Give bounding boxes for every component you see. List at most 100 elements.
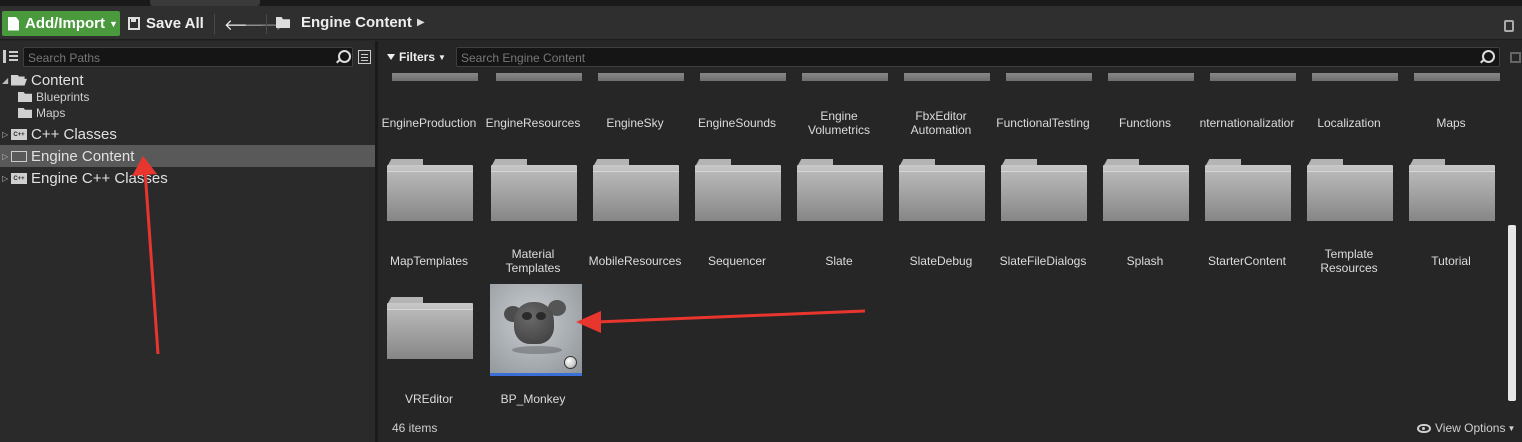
folder-tile[interactable]: Localization	[1301, 41, 1397, 141]
toolbar-divider	[214, 14, 215, 34]
folder-tile[interactable]: EngineSounds	[689, 41, 785, 141]
folder-icon	[1409, 159, 1495, 221]
asset-label: SlateFileDialogs	[999, 254, 1087, 268]
tree-item-label: Content	[31, 71, 84, 89]
asset-label: nternationalizatior	[1199, 116, 1295, 130]
folder-icon	[797, 159, 883, 221]
folder-icon	[387, 159, 473, 221]
tree-item-label: Engine Content	[31, 147, 135, 165]
folder-tile[interactable]: EngineResources	[485, 41, 581, 141]
chevron-down-icon: ▼	[109, 18, 118, 29]
chevron-down-icon: ▼	[1507, 423, 1516, 433]
collapsed-arrow-icon[interactable]: ▷	[2, 130, 11, 139]
view-options-button[interactable]: View Options ▼	[1417, 421, 1515, 435]
folder-icon	[18, 92, 32, 102]
search-paths-input[interactable]: Search Paths	[23, 47, 353, 67]
scrollbar[interactable]	[1508, 225, 1516, 401]
cpp-folder-icon: C++	[11, 128, 27, 140]
folder-tile[interactable]: FunctionalTesting	[995, 41, 1091, 141]
folder-tile[interactable]: Slate	[791, 159, 887, 279]
folder-icon	[1103, 159, 1189, 221]
path-view-options-icon[interactable]	[358, 50, 371, 64]
tree-item-cpp-classes[interactable]: ▷ C++ C++ Classes	[0, 123, 117, 145]
folder-tile[interactable]: SlateDebug	[893, 159, 989, 279]
folder-tile[interactable]: Engine Volumetrics	[791, 41, 887, 141]
folder-icon	[18, 108, 32, 118]
folder-tile[interactable]: StarterContent	[1199, 159, 1295, 279]
folder-tile[interactable]: EngineSky	[587, 41, 683, 141]
monkey-mesh-icon	[504, 298, 566, 354]
asset-thumbnail	[490, 284, 582, 376]
tree-item-content[interactable]: ◢ Content	[0, 69, 84, 91]
asset-label: Slate	[825, 254, 853, 268]
tree-item-label: Engine C++ Classes	[31, 169, 168, 187]
lock-icon[interactable]	[1504, 20, 1514, 32]
breadcrumb-chevron-icon[interactable]: ▶	[417, 17, 425, 28]
tree-item-blueprints[interactable]: Blueprints	[18, 89, 89, 105]
folder-icon	[1205, 159, 1291, 221]
save-all-button[interactable]: Save All	[128, 11, 204, 36]
folder-icon	[593, 159, 679, 221]
folder-tile[interactable]: Maps	[1403, 41, 1499, 141]
folder-tile[interactable]: Template Resources	[1301, 159, 1397, 279]
asset-label: Tutorial	[1431, 254, 1471, 268]
add-import-button[interactable]: Add/Import ▼	[2, 11, 120, 36]
tree-item-engine-content[interactable]: ▷ Engine Content	[0, 145, 375, 167]
toolbar-divider	[266, 14, 267, 34]
asset-label: EngineSky	[606, 116, 664, 130]
folder-icon	[387, 297, 473, 359]
toggle-sources-icon[interactable]	[3, 50, 19, 63]
search-icon[interactable]	[336, 50, 351, 64]
content-browser-toolbar: Add/Import ▼ Save All 🡐 🡒 Engine Content…	[0, 6, 1522, 40]
folder-icon	[11, 150, 27, 162]
new-document-icon	[8, 16, 19, 31]
asset-label: MobileResources	[588, 254, 682, 268]
asset-label: Localization	[1317, 116, 1381, 130]
folder-tile[interactable]: FbxEditor Automation	[893, 41, 989, 141]
folder-tile[interactable]: Material Templates	[485, 159, 581, 279]
save-icon	[128, 17, 140, 30]
folder-icon	[899, 159, 985, 221]
cpp-folder-icon: C++	[11, 172, 27, 184]
tree-item-maps[interactable]: Maps	[18, 105, 65, 121]
folder-icon	[1001, 159, 1087, 221]
folder-tile[interactable]: Functions	[1097, 41, 1193, 141]
folder-tile[interactable]: Tutorial	[1403, 159, 1499, 279]
asset-label: EngineSounds	[697, 116, 777, 130]
folder-tile[interactable]: EngineProduction	[381, 41, 477, 141]
folder-open-icon	[11, 74, 27, 86]
asset-label: Template Resources	[1320, 247, 1378, 275]
folder-tile[interactable]: SlateFileDialogs	[995, 159, 1091, 279]
folder-tile[interactable]: MobileResources	[587, 159, 683, 279]
save-search-icon[interactable]	[1510, 52, 1521, 63]
collapsed-arrow-icon[interactable]: ▷	[2, 174, 11, 183]
folder-tile[interactable]: nternationalizatior	[1199, 41, 1295, 141]
asset-view-panel: Filters ▼ Search Engine Content EnginePr…	[381, 41, 1522, 442]
asset-label: Material Templates	[505, 247, 561, 275]
asset-label: Splash	[1126, 254, 1164, 268]
asset-label: EngineResources	[485, 116, 581, 130]
collapsed-arrow-icon[interactable]: ▷	[2, 152, 11, 161]
asset-label: SlateDebug	[909, 254, 973, 268]
items-count: 46 items	[392, 421, 438, 435]
blueprint-asset-tile[interactable]: BP_Monkey	[485, 284, 582, 417]
folder-icon	[1307, 159, 1393, 221]
folder-tile[interactable]: VREditor	[381, 297, 477, 417]
sources-panel: Search Paths ◢ Content Blueprints Maps ▷…	[0, 41, 378, 442]
tree-item-label: Maps	[36, 106, 66, 120]
tree-item-label: C++ Classes	[31, 125, 117, 143]
folder-icon	[695, 159, 781, 221]
save-all-label: Save All	[146, 15, 204, 32]
asset-label: Functions	[1118, 116, 1172, 130]
folder-tile[interactable]: MapTemplates	[381, 159, 477, 279]
tree-item-engine-cpp-classes[interactable]: ▷ C++ Engine C++ Classes	[0, 167, 168, 189]
asset-label: Sequencer	[707, 254, 767, 268]
add-import-label: Add/Import	[25, 15, 105, 32]
asset-label: FbxEditor Automation	[910, 109, 972, 137]
folder-tile[interactable]: Sequencer	[689, 159, 785, 279]
asset-label: BP_Monkey	[500, 392, 566, 406]
asset-label: MapTemplates	[389, 254, 469, 268]
folder-tile[interactable]: Splash	[1097, 159, 1193, 279]
breadcrumb[interactable]: Engine Content	[301, 14, 412, 31]
expanded-arrow-icon[interactable]: ◢	[2, 76, 11, 85]
